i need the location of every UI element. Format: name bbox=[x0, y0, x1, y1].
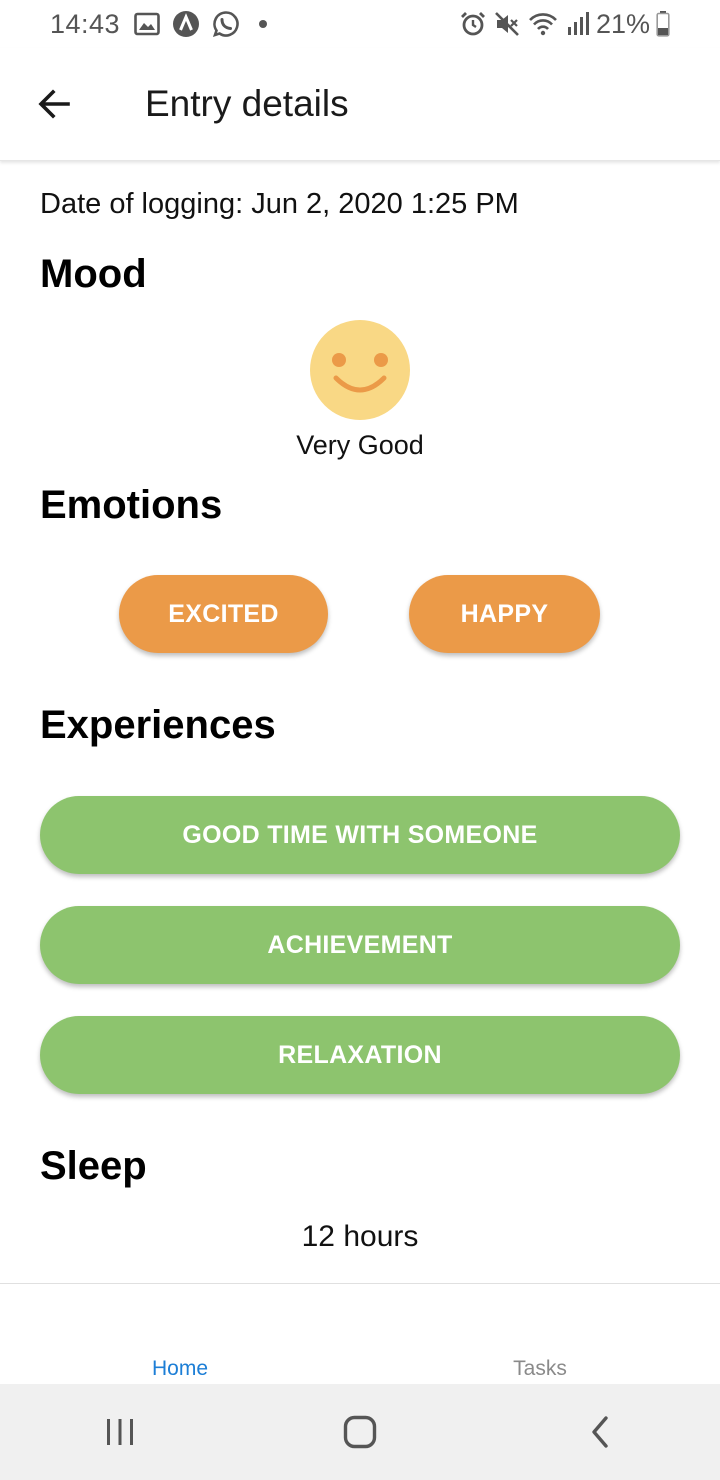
back-button[interactable] bbox=[30, 80, 78, 128]
date-of-logging: Date of logging: Jun 2, 2020 1:25 PM bbox=[40, 188, 519, 220]
mute-vibrate-icon bbox=[494, 11, 520, 37]
battery-icon bbox=[656, 11, 670, 37]
mood-section-title: Mood bbox=[40, 252, 147, 296]
tab-tasks-label: Tasks bbox=[513, 1357, 567, 1380]
home-nav-button[interactable] bbox=[320, 1392, 400, 1472]
home-circle-icon bbox=[343, 1415, 377, 1449]
tab-home-label: Home bbox=[151, 1357, 209, 1380]
status-bar: 14:43 21% bbox=[0, 0, 720, 48]
app-header: Entry details bbox=[0, 48, 720, 161]
bottom-tab-bar: Home Tasks bbox=[0, 1283, 720, 1385]
experience-chip-achievement[interactable]: ACHIEVEMENT bbox=[40, 906, 680, 984]
experience-chip-good-time[interactable]: GOOD TIME WITH SOMEONE bbox=[40, 796, 680, 874]
emotions-section-title: Emotions bbox=[40, 483, 223, 527]
screen: 14:43 21% Entry details Date of logging:… bbox=[0, 0, 720, 1480]
whatsapp-icon bbox=[212, 10, 240, 38]
emotion-chip-happy[interactable]: HAPPY bbox=[409, 575, 600, 653]
page-title: Entry details bbox=[145, 83, 349, 124]
mood-label: Very Good bbox=[296, 430, 424, 460]
back-nav-button[interactable] bbox=[560, 1392, 640, 1472]
status-time: 14:43 bbox=[50, 8, 121, 39]
system-nav-bar bbox=[0, 1384, 720, 1480]
gallery-icon bbox=[134, 12, 160, 36]
vpn-a-icon bbox=[172, 10, 200, 38]
dot-icon bbox=[258, 19, 268, 29]
experience-chip-relaxation[interactable]: RELAXATION bbox=[40, 1016, 680, 1094]
sleep-section-title: Sleep bbox=[40, 1144, 147, 1188]
battery-percentage: 21% bbox=[595, 8, 650, 39]
alarm-icon bbox=[460, 11, 486, 37]
sleep-value: 12 hours bbox=[301, 1220, 419, 1253]
recents-button[interactable] bbox=[80, 1392, 160, 1472]
experiences-section-title: Experiences bbox=[40, 703, 276, 747]
tab-tasks[interactable]: Tasks bbox=[360, 1284, 720, 1385]
emotion-chip-excited[interactable]: EXCITED bbox=[119, 575, 328, 653]
tab-home[interactable]: Home bbox=[0, 1284, 360, 1385]
arrow-left-icon bbox=[38, 89, 70, 119]
wifi-icon bbox=[528, 11, 558, 37]
smiley-face-icon bbox=[310, 320, 410, 420]
signal-icon bbox=[564, 11, 590, 37]
recents-icon bbox=[107, 1419, 133, 1445]
back-chevron-icon bbox=[592, 1416, 608, 1448]
